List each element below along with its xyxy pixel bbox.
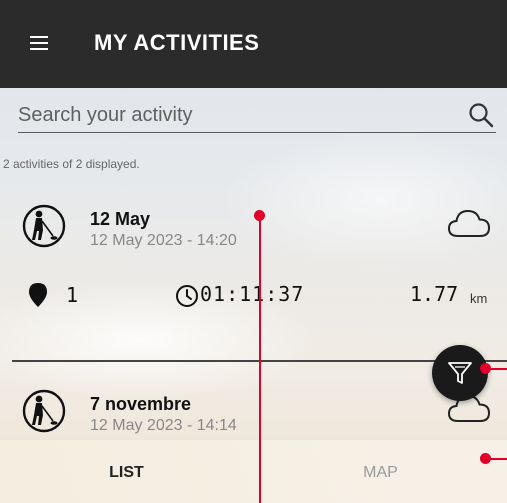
search-input[interactable] bbox=[18, 98, 448, 132]
top-app-bar: MY ACTIVITIES bbox=[0, 0, 507, 88]
search-bar bbox=[18, 98, 496, 133]
tab-map[interactable]: MAP bbox=[254, 440, 507, 503]
annotation-line bbox=[259, 215, 261, 503]
activity-date: 12 May 2023 - 14:20 bbox=[90, 232, 237, 249]
activity-card[interactable]: 12 May 12 May 2023 - 14:20 1 01:11:37 1.… bbox=[0, 200, 507, 360]
app-screen: MY ACTIVITIES 2 activities of 2 displaye… bbox=[0, 0, 507, 503]
search-icon[interactable] bbox=[468, 102, 494, 128]
activity-count: 2 activities of 2 displayed. bbox=[3, 157, 140, 171]
distance-unit: km bbox=[470, 291, 488, 306]
filter-button[interactable] bbox=[432, 345, 488, 401]
activity-distance: 1.77 bbox=[410, 282, 459, 306]
map-pin-icon bbox=[29, 283, 47, 307]
bottom-tab-bar: LIST MAP bbox=[0, 440, 507, 503]
page-title: MY ACTIVITIES bbox=[94, 30, 260, 55]
activity-card[interactable]: 7 novembre 12 May 2023 - 14:14 bbox=[0, 385, 507, 445]
clock-icon bbox=[176, 285, 198, 307]
activity-duration: 01:11:37 bbox=[200, 282, 305, 306]
tab-list[interactable]: LIST bbox=[0, 440, 253, 503]
metal-detector-person-icon bbox=[22, 389, 66, 433]
activity-points: 1 bbox=[66, 283, 79, 307]
activity-stats: 1 01:11:37 1.77 km bbox=[0, 278, 507, 314]
activity-date: 12 May 2023 - 14:14 bbox=[90, 417, 237, 434]
annotation-dot bbox=[480, 363, 491, 374]
annotation-dot bbox=[254, 210, 265, 221]
cloud-icon bbox=[447, 209, 491, 237]
annotation-dot bbox=[480, 453, 491, 464]
metal-detector-person-icon bbox=[22, 204, 66, 248]
activity-name: 7 novembre bbox=[90, 394, 192, 414]
activity-name: 12 May bbox=[90, 209, 151, 229]
hamburger-menu-icon[interactable] bbox=[30, 36, 48, 50]
filter-icon bbox=[448, 362, 472, 384]
